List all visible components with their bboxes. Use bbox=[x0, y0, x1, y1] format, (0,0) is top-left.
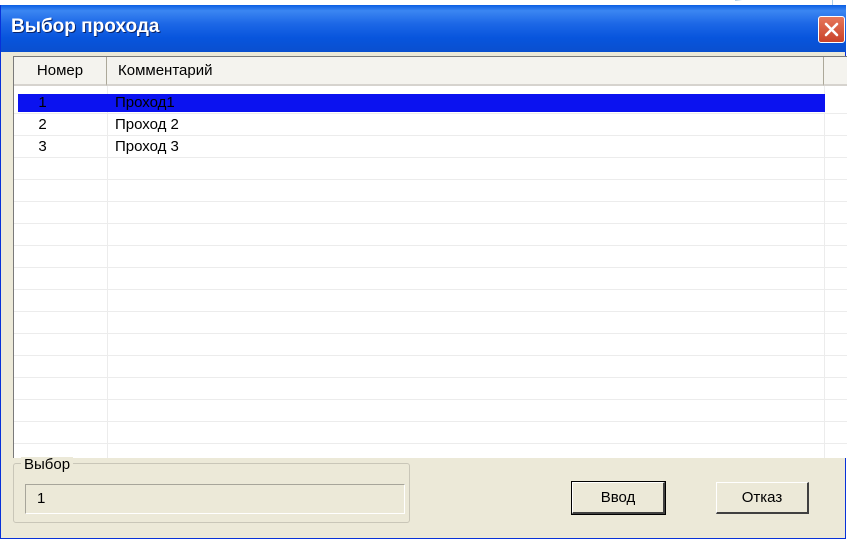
grid-line bbox=[14, 333, 847, 334]
close-button[interactable] bbox=[818, 16, 845, 43]
grid-line bbox=[14, 267, 847, 268]
row-number: 1 bbox=[38, 94, 47, 111]
row-comment: Проход1 bbox=[115, 94, 175, 111]
selection-field: 1 bbox=[25, 484, 405, 514]
table-row[interactable]: 3 Проход 3 bbox=[14, 136, 847, 158]
table-row[interactable]: 2 Проход 2 bbox=[14, 114, 847, 136]
row-number: 2 bbox=[38, 116, 47, 133]
cancel-button[interactable]: Отказ bbox=[716, 482, 809, 514]
close-icon bbox=[824, 22, 839, 37]
ok-button[interactable]: Ввод bbox=[571, 481, 666, 515]
selection-group-label: Выбор bbox=[21, 457, 74, 473]
title-bar[interactable]: Выбор прохода bbox=[1, 5, 846, 52]
dialog-window: Выбор прохода Номер Комментарий 1 Проход… bbox=[0, 5, 847, 539]
row-comment: Проход 3 bbox=[115, 138, 179, 155]
grid-line bbox=[14, 223, 847, 224]
passage-list[interactable]: Номер Комментарий 1 Проход1 2 Проход 2 3… bbox=[13, 56, 847, 458]
table-row[interactable]: 1 Проход1 bbox=[14, 92, 847, 114]
grid-line bbox=[14, 289, 847, 290]
grid-line bbox=[14, 245, 847, 246]
column-header-filler bbox=[824, 57, 847, 86]
window-title: Выбор прохода bbox=[11, 16, 160, 37]
column-header-number[interactable]: Номер bbox=[14, 57, 107, 86]
grid-line bbox=[14, 355, 847, 356]
grid-line bbox=[14, 421, 847, 422]
grid-line bbox=[14, 179, 847, 180]
column-header-comment[interactable]: Комментарий bbox=[107, 57, 824, 86]
grid-line bbox=[14, 201, 847, 202]
background-line bbox=[735, 0, 799, 1]
row-number: 3 bbox=[38, 138, 47, 155]
grid-line bbox=[14, 311, 847, 312]
row-comment: Проход 2 bbox=[115, 116, 179, 133]
grid-line bbox=[14, 443, 847, 444]
grid-line bbox=[14, 377, 847, 378]
grid-line bbox=[14, 399, 847, 400]
